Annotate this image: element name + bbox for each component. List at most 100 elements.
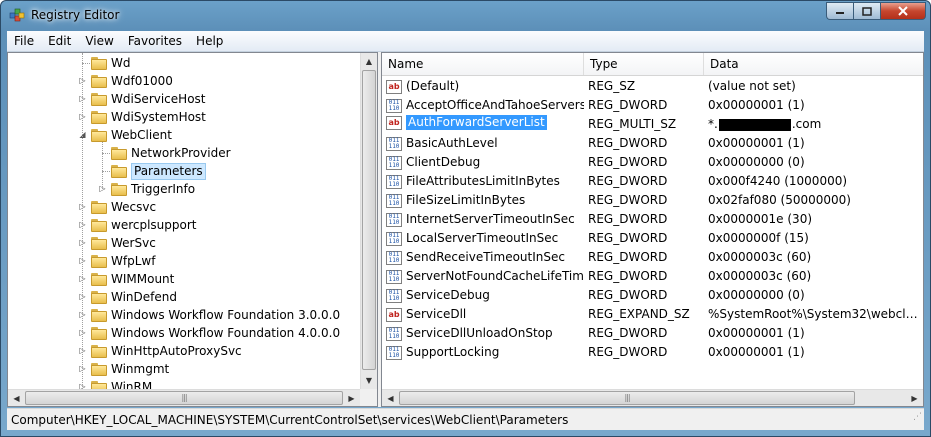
binary-value-icon: 011 110 [386,155,402,170]
tree-vscroll-thumb[interactable] [362,70,376,370]
value-data: *. .com [708,115,920,134]
tree-item-label: Wd [111,56,131,70]
value-name-cell: ab ServiceDll [386,305,584,324]
value-name-cell: 011 110 InternetServerTimeoutInSec [386,210,584,229]
folder-icon [91,272,107,286]
size-grip-icon[interactable]: ⋰ [913,406,922,428]
scroll-corner [360,389,377,406]
column-data[interactable]: Data [704,53,923,75]
folder-icon [91,218,107,232]
value-data: 0x0000003c (60) [708,250,812,264]
tree-horizontal-scrollbar[interactable]: ◀ ||| ▶ [8,389,360,406]
folder-icon [111,146,127,160]
list-item[interactable]: 011 110 SendReceiveTimeoutInSec REG_DWORD 0x… [382,248,923,267]
key-tree[interactable]: Wd ▷ Wdf01000 ▷ WdiServiceHost ▷ WdiSystemHost… [7,52,378,407]
value-name-cell: 011 110 ServiceDllUnloadOnStop [386,324,584,343]
tree-item[interactable]: ▷ WdiServiceHost [78,90,206,108]
tree-item[interactable]: ▷ TriggerInfo [98,180,195,198]
value-type: REG_DWORD [588,155,668,169]
binary-value-icon: 011 110 [386,231,402,246]
list-item[interactable]: ab AuthForwardServerList REG_MULTI_SZ *. .co… [382,115,923,134]
value-data: 0x02faf080 (50000000) [708,193,851,207]
tree-item[interactable]: ▷ Wecsvc [78,198,156,216]
menu-file[interactable]: File [7,34,41,48]
tree-item-label: WebClient [111,128,172,142]
menu-help[interactable]: Help [189,34,230,48]
tree-item[interactable]: ▷ Windows Workflow Foundation 4.0.0.0 [78,324,340,342]
scroll-left-icon[interactable]: ◀ [8,390,25,406]
column-name[interactable]: Name [382,53,584,75]
scroll-left-icon[interactable]: ◀ [382,390,399,406]
tree-vertical-scrollbar[interactable]: ▲ ▼ [360,53,377,389]
value-data-prefix: *. [708,117,718,131]
tree-item[interactable]: ◢ WebClient [78,126,172,144]
list-item[interactable]: 011 110 ServerNotFoundCacheLifeTime... REG_… [382,267,923,286]
value-name-cell: 011 110 SupportLocking [386,343,584,362]
close-button[interactable] [880,2,926,20]
list-item[interactable]: 011 110 LocalServerTimeoutInSec REG_DWORD 0x… [382,229,923,248]
tree-item[interactable]: ▷ WinDefend [78,288,177,306]
value-name-cell: 011 110 BasicAuthLevel [386,134,584,153]
list-item[interactable]: ab ServiceDll REG_EXPAND_SZ %SystemRoot%\Sy… [382,305,923,324]
list-hscroll-thumb[interactable]: ||| [399,391,855,405]
menu-bar: File Edit View Favorites Help [7,31,924,52]
tree-item[interactable]: Parameters [98,162,206,180]
tree-item[interactable]: ▷ Winmgmt [78,360,169,378]
folder-icon [91,56,107,70]
tree-item-label: WinDefend [111,290,177,304]
value-data: 0x000f4240 (1000000) [708,174,848,188]
value-type: REG_DWORD [588,288,668,302]
list-item[interactable]: 011 110 ClientDebug REG_DWORD 0x00000000 (0) [382,153,923,172]
client-area: Wd ▷ Wdf01000 ▷ WdiServiceHost ▷ WdiSystemHost… [7,52,924,407]
values-list[interactable]: Name Type Data ab (Default) REG_SZ (value n… [381,52,924,407]
tree-item[interactable]: ▷ Windows Workflow Foundation 3.0.0.0 [78,306,340,324]
binary-value-icon: 011 110 [386,345,402,360]
binary-value-icon: 011 110 [386,98,402,113]
tree-item-label: WdiServiceHost [111,92,206,106]
menu-favorites[interactable]: Favorites [121,34,189,48]
list-item[interactable]: ab (Default) REG_SZ (value not set) [382,77,923,96]
maximize-button[interactable] [853,2,880,20]
menu-view[interactable]: View [78,34,120,48]
list-item[interactable]: 011 110 FileAttributesLimitInBytes REG_DWOR… [382,172,923,191]
value-data: 0x00000001 (1) [708,345,805,359]
tree-item[interactable]: ▷ WinHttpAutoProxySvc [78,342,241,360]
tree-item-label: Windows Workflow Foundation 4.0.0.0 [111,326,341,340]
column-type[interactable]: Type [584,53,704,75]
tree-item[interactable]: ▷ Wdf01000 [78,72,172,90]
list-item[interactable]: 011 110 ServiceDebug REG_DWORD 0x00000000 (0… [382,286,923,305]
list-horizontal-scrollbar[interactable]: ◀ ||| ▶ [382,389,923,406]
minimize-button[interactable] [826,2,853,20]
scroll-up-icon[interactable]: ▲ [361,53,377,70]
minimize-icon [836,12,844,14]
list-item[interactable]: 011 110 FileSizeLimitInBytes REG_DWORD 0x02f… [382,191,923,210]
tree-item-label: WfpLwf [111,254,156,268]
scroll-right-icon[interactable]: ▶ [906,390,923,406]
tree-guide-line [102,153,110,154]
tree-item[interactable]: ▷ wercplsupport [78,216,196,234]
value-type: REG_SZ [588,79,636,93]
tree-hscroll-thumb[interactable]: ||| [25,391,343,405]
tree-item[interactable]: NetworkProvider [98,144,231,162]
tree-item[interactable]: ▷ WfpLwf [78,252,155,270]
menu-edit[interactable]: Edit [41,34,78,48]
tree-item[interactable]: ▷ WdiSystemHost [78,108,205,126]
list-item[interactable]: 011 110 AcceptOfficeAndTahoeServers REG_DWO… [382,96,923,115]
title-bar[interactable]: Registry Editor [1,1,930,31]
tree-item[interactable]: ▷ WIMMount [78,270,174,288]
value-type: REG_DWORD [588,269,668,283]
scroll-right-icon[interactable]: ▶ [343,390,360,406]
value-name: ClientDebug [406,155,481,169]
list-item[interactable]: 011 110 BasicAuthLevel REG_DWORD 0x00000001 … [382,134,923,153]
value-type: REG_DWORD [588,345,668,359]
folder-icon [91,200,107,214]
list-item[interactable]: 011 110 InternetServerTimeoutInSec REG_DWOR… [382,210,923,229]
value-name-cell: 011 110 FileSizeLimitInBytes [386,191,584,210]
scroll-down-icon[interactable]: ▼ [361,372,377,389]
grip-icon: ||| [181,393,187,402]
value-data: 0x00000000 (0) [708,155,805,169]
folder-icon [91,362,107,376]
list-item[interactable]: 011 110 SupportLocking REG_DWORD 0x00000001 … [382,343,923,362]
list-item[interactable]: 011 110 ServiceDllUnloadOnStop REG_DWORD 0x0… [382,324,923,343]
tree-item[interactable]: ▷ WerSvc [78,234,155,252]
